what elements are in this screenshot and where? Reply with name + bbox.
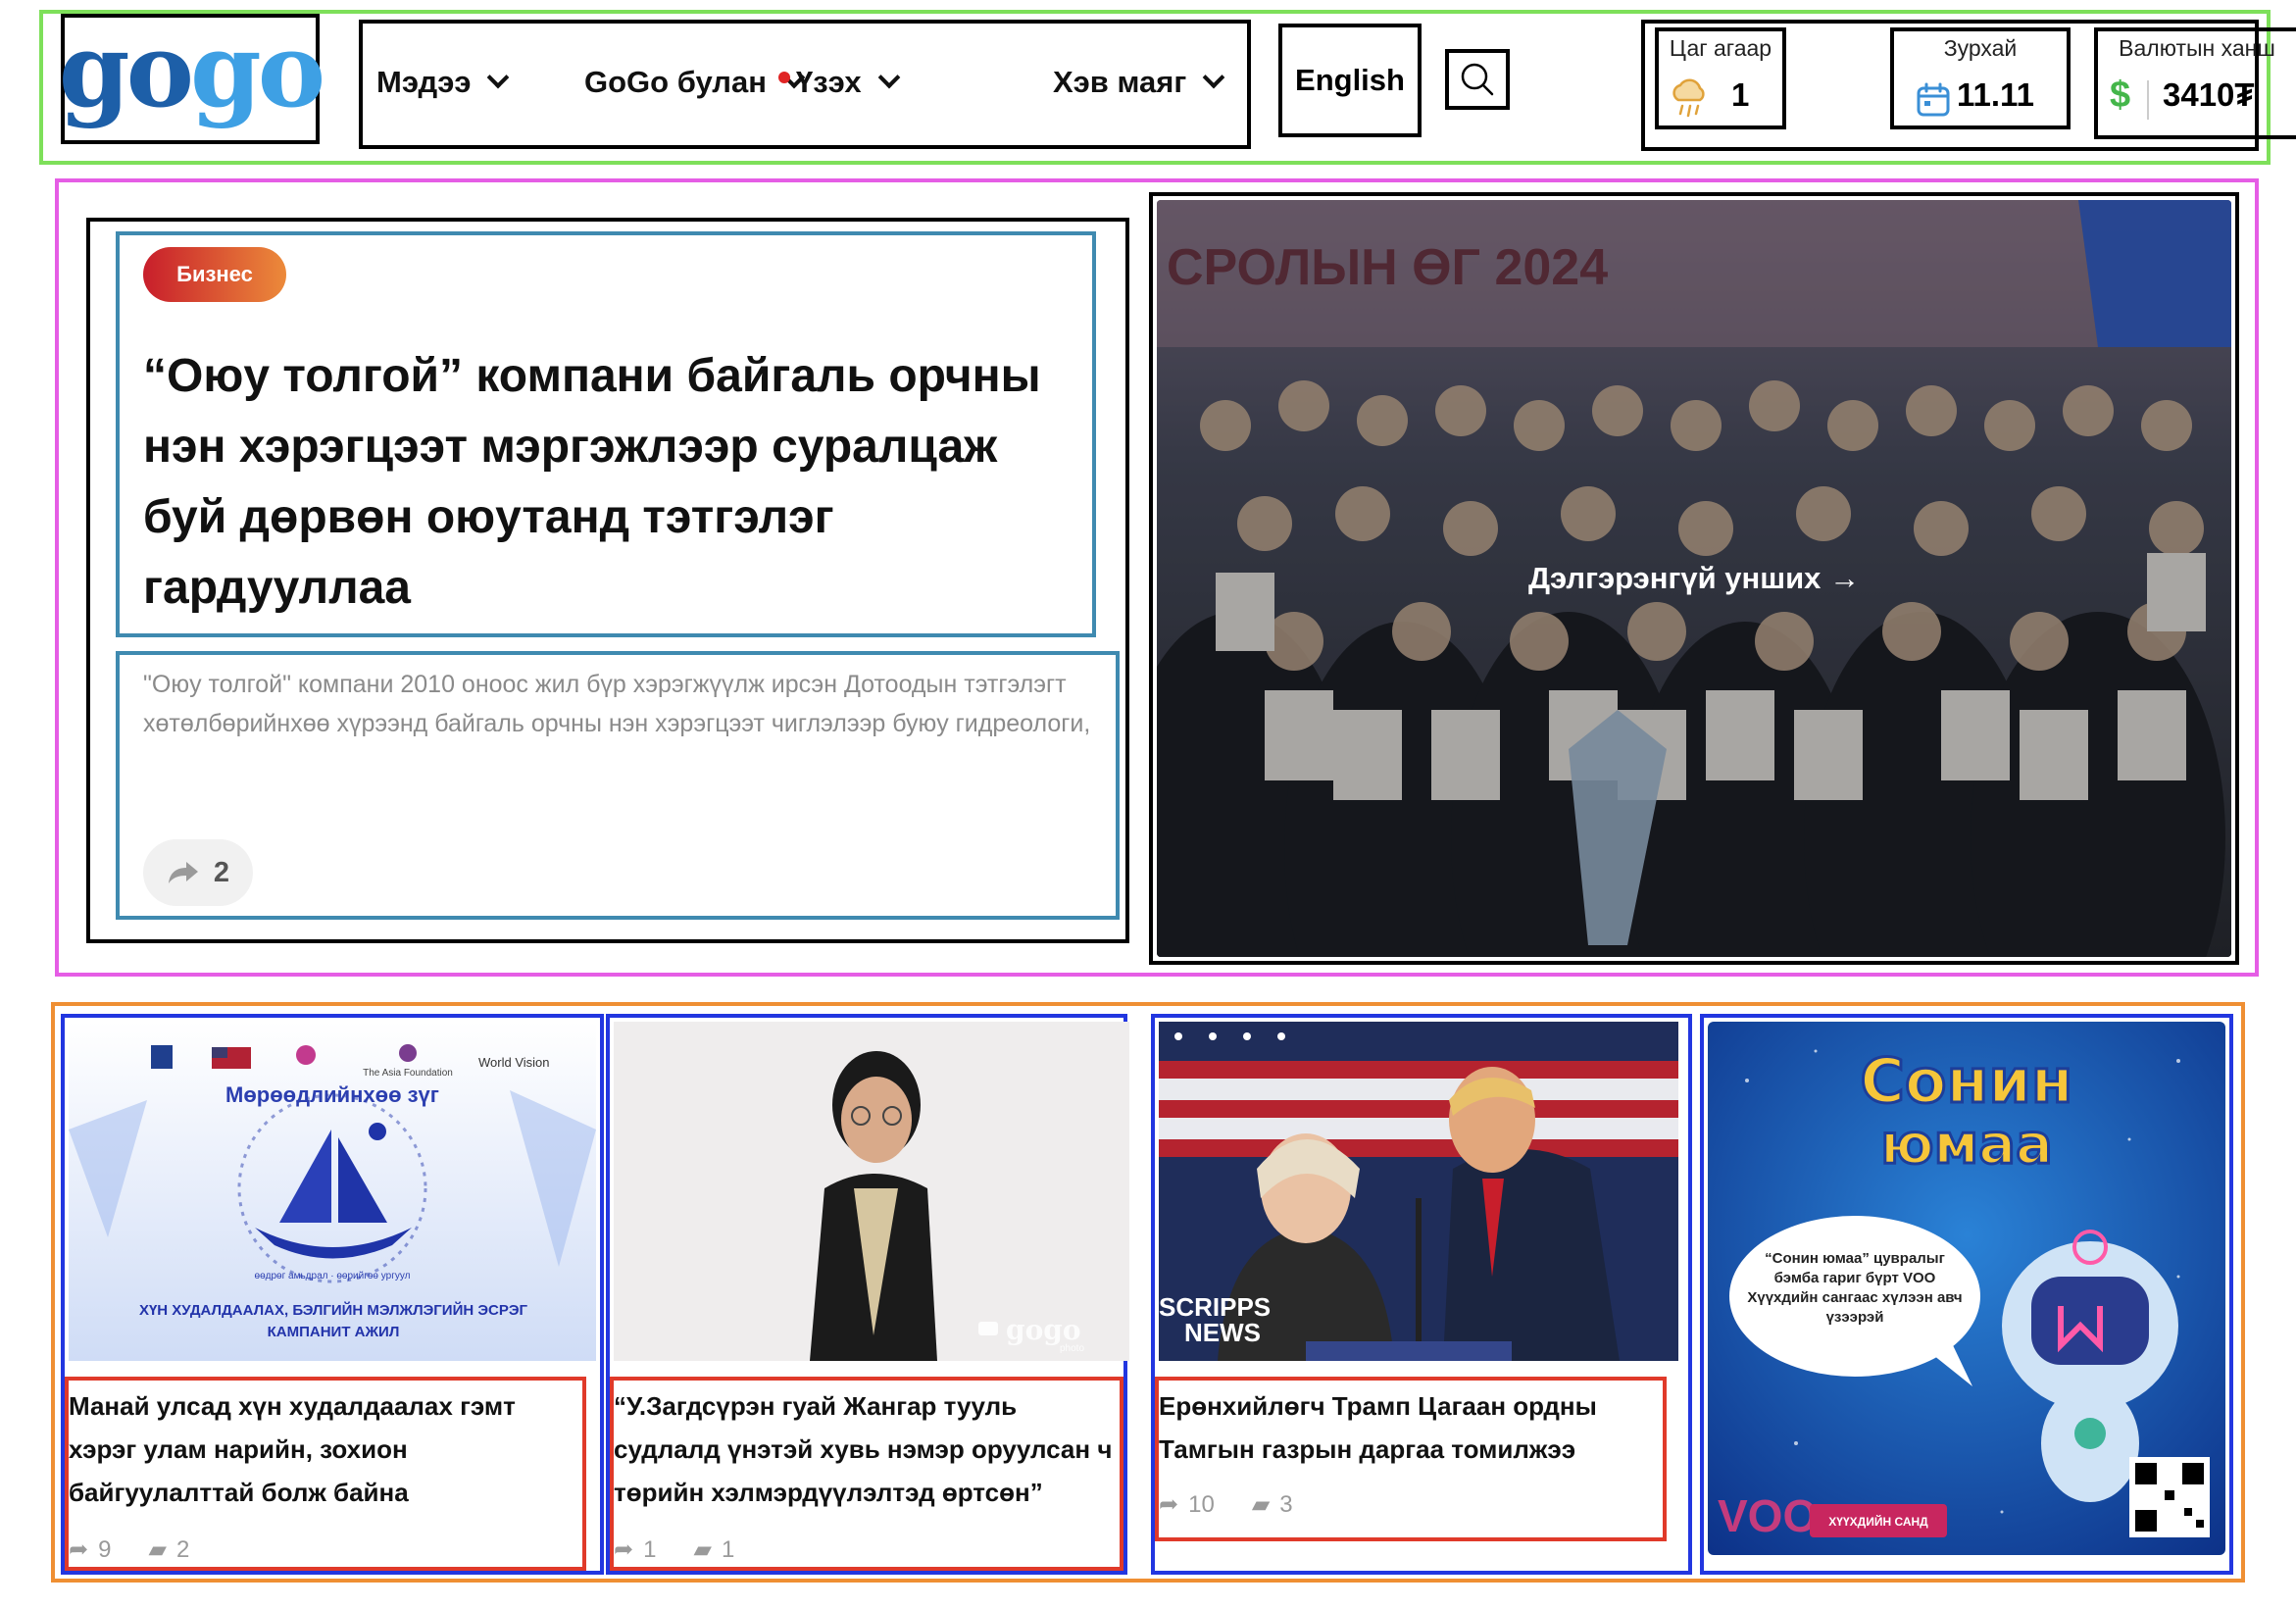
nav-item-label: Хэв маяг bbox=[1053, 65, 1187, 99]
nav-item-news[interactable]: Мэдээ bbox=[376, 65, 510, 100]
ad-bubble-text: “Сонин юмаа” цувралыг бэмба гариг бүрт V… bbox=[1747, 1250, 1963, 1326]
featured-section: Бизнес “Оюу толгой” компани байгаль орчн… bbox=[55, 178, 2259, 977]
nav-item-label: Мэдээ bbox=[376, 65, 472, 99]
share-count: 9 bbox=[98, 1535, 112, 1563]
svg-text:юмаа: юмаа bbox=[1880, 1113, 2053, 1177]
svg-text:өөдрөг амьдрал · өөрийгөө ургу: өөдрөг амьдрал · өөрийгөө ургуул bbox=[255, 1271, 411, 1281]
nav-item-gogo-corner[interactable]: GoGo булан bbox=[584, 65, 806, 100]
featured-summary-block: "Оюу толгой" компани 2010 оноос жил бүр … bbox=[116, 651, 1120, 920]
article-card[interactable]: gogo photo “У.Загдсүрэн гуай Жангар туул… bbox=[606, 1014, 1129, 1575]
share-icon: ➦ bbox=[69, 1536, 89, 1563]
article-meta: ➦ 10 ▰ 3 bbox=[1159, 1490, 1293, 1519]
read-more-link[interactable]: Дэлгэрэнгүй унших → bbox=[1157, 561, 2231, 596]
share-button[interactable]: 2 bbox=[143, 839, 253, 906]
divider bbox=[2147, 80, 2149, 120]
share-icon bbox=[168, 862, 198, 883]
ad-image: Сонин юмаа “Сонин юмаа” цувралыг бэмба г… bbox=[1708, 1022, 2225, 1555]
article-grid: The Asia Foundation World Vision Мөрөөдл… bbox=[51, 1002, 2245, 1583]
article-image: SCRIPPS NEWS bbox=[1159, 1022, 1678, 1361]
calendar-widget[interactable]: Зурхай 11.11 bbox=[1890, 27, 2071, 129]
share-count: 10 bbox=[1188, 1490, 1215, 1518]
read-more-label: Дэлгэрэнгүй унших bbox=[1527, 561, 1822, 595]
featured-photo: СРОЛЫН ӨГ 2024 Дэлгэрэнгүй унших → bbox=[1157, 200, 2231, 957]
article-title-block: Манай улсад хүн худалдаалах гэмт хэрэг у… bbox=[65, 1377, 586, 1571]
share-icon: ➦ bbox=[614, 1536, 634, 1563]
poster-caption: ХҮН ХУДАЛДААЛАХ, БЭЛГИЙН МЭЛЖЛЭГИЙН ЭСРЭ… bbox=[138, 1302, 528, 1340]
news-photo: SCRIPPS NEWS bbox=[1159, 1022, 1678, 1361]
ad-card[interactable]: Сонин юмаа “Сонин юмаа” цувралыг бэмба г… bbox=[1700, 1014, 2233, 1575]
svg-text:ХҮҮХДИЙН САНД: ХҮҮХДИЙН САНД bbox=[1828, 1514, 1928, 1529]
comment-icon: ▰ bbox=[148, 1536, 167, 1563]
featured-image-link[interactable]: СРОЛЫН ӨГ 2024 Дэлгэрэнгүй унших → bbox=[1149, 192, 2239, 965]
comment-count: 2 bbox=[175, 1535, 190, 1563]
featured-title[interactable]: “Оюу толгой” компани байгаль орчны нэн х… bbox=[143, 341, 1065, 624]
calendar-icon bbox=[1917, 82, 1950, 117]
svg-text:World Vision: World Vision bbox=[478, 1055, 550, 1070]
currency-value: 3410₮ bbox=[2163, 76, 2255, 113]
search-button[interactable] bbox=[1445, 49, 1510, 110]
svg-text:The Asia Foundation: The Asia Foundation bbox=[363, 1068, 453, 1079]
currency-label: Валютын ханш bbox=[2119, 35, 2275, 61]
article-title-block: “У.Загдсүрэн гуай Жангар тууль судлалд ү… bbox=[610, 1377, 1123, 1571]
article-title-block: Ерөнхийлөгч Трамп Цагаан ордны Тамгын га… bbox=[1155, 1377, 1667, 1541]
article-image: The Asia Foundation World Vision Мөрөөдл… bbox=[69, 1022, 596, 1361]
logo-part-1: go bbox=[58, 9, 194, 130]
article-title[interactable]: Манай улсад хүн худалдаалах гэмт хэрэг у… bbox=[69, 1384, 578, 1514]
chevron-down-icon bbox=[487, 66, 510, 89]
weather-label: Цаг агаар bbox=[1669, 35, 1772, 61]
nav-item-watch[interactable]: Үзэх bbox=[778, 65, 900, 100]
chevron-down-icon bbox=[877, 66, 900, 89]
dollar-icon: $ bbox=[2110, 75, 2131, 116]
nav-item-label: GoGo булан bbox=[584, 65, 767, 99]
live-dot-icon bbox=[778, 72, 790, 83]
svg-text:gogo: gogo bbox=[1006, 1314, 1081, 1346]
weather-value: 1 bbox=[1731, 76, 1750, 113]
article-card[interactable]: The Asia Foundation World Vision Мөрөөдл… bbox=[61, 1014, 604, 1575]
comment-icon: ▰ bbox=[1251, 1491, 1271, 1518]
svg-text:Мөрөөдлийнхөө зүг: Мөрөөдлийнхөө зүг bbox=[225, 1082, 439, 1107]
calendar-label: Зурхай bbox=[1943, 35, 2018, 61]
cloud-rain-icon bbox=[1672, 78, 1705, 118]
ad-banner: Сонин юмаа “Сонин юмаа” цувралыг бэмба г… bbox=[1708, 1022, 2225, 1555]
article-image: gogo photo bbox=[614, 1022, 1129, 1361]
article-title[interactable]: Ерөнхийлөгч Трамп Цагаан ордны Тамгын га… bbox=[1159, 1384, 1661, 1471]
nav-item-style[interactable]: Хэв маяг bbox=[1053, 65, 1225, 100]
chevron-down-icon bbox=[1202, 66, 1225, 89]
svg-text:VOO: VOO bbox=[1718, 1490, 1818, 1541]
article-title[interactable]: “У.Загдсүрэн гуай Жангар тууль судлалд ү… bbox=[614, 1384, 1122, 1514]
comment-count: 3 bbox=[1279, 1490, 1293, 1518]
svg-text:NEWS: NEWS bbox=[1184, 1318, 1261, 1347]
site-logo[interactable]: gogo bbox=[59, 14, 325, 144]
site-header: gogo Мэдээ GoGo булан Үзэх Хэв маяг Engl… bbox=[39, 10, 2296, 165]
share-count: 1 bbox=[643, 1535, 657, 1563]
featured-card[interactable]: Бизнес “Оюу толгой” компани байгаль орчн… bbox=[86, 218, 1129, 943]
article-card[interactable]: SCRIPPS NEWS Ерөнхийлөгч Трамп Цагаан ор… bbox=[1151, 1014, 1692, 1575]
share-count: 2 bbox=[213, 856, 230, 888]
logo-part-2: go bbox=[190, 9, 325, 130]
featured-description: "Оюу толгой" компани 2010 оноос жил бүр … bbox=[143, 671, 1091, 737]
arrow-right-icon: → bbox=[1829, 561, 1861, 595]
portrait-photo: gogo photo bbox=[614, 1022, 1129, 1361]
featured-title-block: Бизнес “Оюу толгой” компани байгаль орчн… bbox=[116, 231, 1096, 637]
info-widgets: Цаг агаар 1 Зурхай 11.11 Валютын ханш $ bbox=[1641, 20, 2296, 151]
category-badge[interactable]: Бизнес bbox=[143, 247, 286, 302]
weather-widget[interactable]: Цаг агаар 1 bbox=[1655, 27, 1786, 129]
main-nav: Мэдээ GoGo булан Үзэх Хэв маяг bbox=[359, 20, 1251, 149]
share-icon: ➦ bbox=[1159, 1491, 1179, 1518]
campaign-poster: The Asia Foundation World Vision Мөрөөдл… bbox=[69, 1022, 596, 1361]
comment-icon: ▰ bbox=[693, 1536, 712, 1563]
search-icon bbox=[1461, 63, 1494, 96]
currency-widget[interactable]: Валютын ханш $ 3410₮ bbox=[2094, 27, 2296, 139]
article-meta: ➦ 1 ▰ 1 bbox=[614, 1535, 734, 1564]
nav-item-label: Үзэх bbox=[796, 65, 862, 99]
calendar-value: 11.11 bbox=[1957, 76, 2034, 113]
svg-text:Сонин: Сонин bbox=[1860, 1045, 2072, 1117]
svg-text:photo: photo bbox=[1060, 1343, 1084, 1354]
article-meta: ➦ 9 ▰ 2 bbox=[69, 1535, 189, 1564]
comment-count: 1 bbox=[721, 1535, 735, 1563]
language-switch[interactable]: English bbox=[1278, 24, 1422, 137]
logo-wordmark: gogo bbox=[59, 19, 325, 122]
